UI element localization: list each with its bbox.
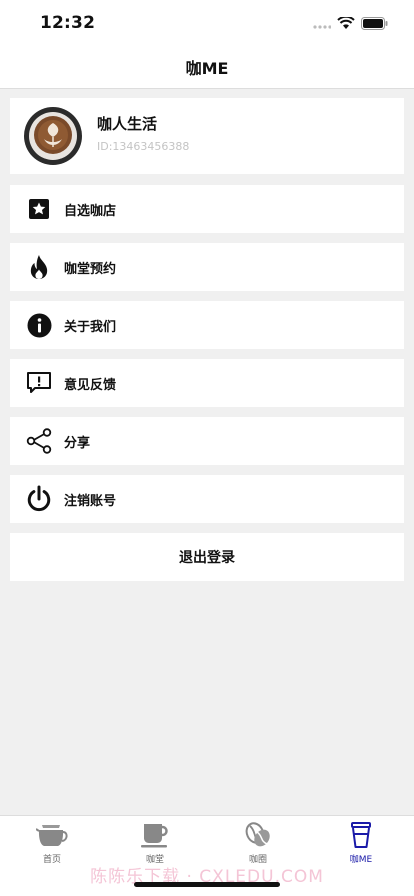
menu-item-delete-account[interactable]: 注销账号 [10, 475, 404, 523]
battery-icon [361, 15, 388, 34]
status-icons [313, 15, 388, 34]
power-icon [26, 485, 52, 512]
logout-label: 退出登录 [179, 550, 235, 566]
flame-icon [26, 254, 52, 280]
profile-id: ID:13463456388 [97, 140, 190, 153]
coffee-bean-icon [228, 820, 288, 850]
menu-item-label: 关于我们 [64, 319, 117, 335]
tab-circle[interactable]: 咖圈 [228, 820, 288, 865]
menu-item-class-booking[interactable]: 咖堂预约 [10, 243, 404, 291]
menu-item-feedback[interactable]: 意见反馈 [10, 359, 404, 407]
info-icon [26, 312, 52, 338]
page-title: 咖ME [185, 59, 229, 78]
home-indicator [134, 882, 280, 887]
share-icon [26, 428, 52, 454]
avatar[interactable] [24, 107, 82, 165]
tab-class[interactable]: 咖堂 [125, 820, 185, 865]
coffee-cup-icon [125, 820, 185, 850]
feedback-icon [26, 370, 52, 396]
coffee-pot-icon [22, 820, 82, 850]
menu-item-label: 咖堂预约 [64, 261, 117, 277]
nav-bar: 咖ME [0, 46, 414, 89]
profile-card[interactable]: 咖人生活 ID:13463456388 [10, 98, 404, 174]
tab-home[interactable]: 首页 [22, 820, 82, 865]
menu-item-label: 意见反馈 [64, 377, 117, 393]
menu-item-label: 分享 [64, 435, 91, 451]
profile-name: 咖人生活 [97, 115, 158, 133]
logout-button[interactable]: 退出登录 [10, 533, 404, 581]
star-icon [26, 196, 52, 222]
menu-item-label: 自选咖店 [64, 203, 117, 219]
wifi-icon [337, 15, 355, 34]
status-bar: 12:32 [0, 0, 414, 46]
takeaway-cup-icon [331, 820, 391, 850]
status-time: 12:32 [40, 13, 96, 33]
menu-item-about-us[interactable]: 关于我们 [10, 301, 404, 349]
menu-item-share[interactable]: 分享 [10, 417, 404, 465]
menu-item-label: 注销账号 [64, 493, 117, 509]
tab-me[interactable]: 咖ME [331, 820, 391, 865]
cellular-signal-icon [313, 15, 332, 34]
menu-item-favorite-shops[interactable]: 自选咖店 [10, 185, 404, 233]
